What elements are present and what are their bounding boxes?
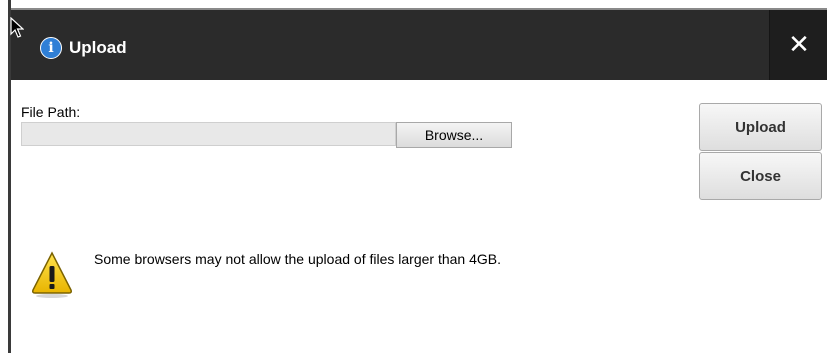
browse-button[interactable]: Browse... xyxy=(396,122,512,148)
dialog-close-button[interactable]: ✕ xyxy=(769,10,827,80)
upload-size-warning: Some browsers may not allow the upload o… xyxy=(94,251,501,267)
upload-dialog: i Upload ✕ File Path: Browse... Upload C… xyxy=(0,0,827,353)
mouse-pointer-icon xyxy=(10,17,24,38)
dialog-title-bar xyxy=(11,10,827,80)
close-icon: ✕ xyxy=(788,30,810,60)
dialog-title: Upload xyxy=(69,38,127,57)
info-icon: i xyxy=(40,37,62,59)
warning-icon xyxy=(32,251,72,298)
close-button[interactable]: Close xyxy=(699,152,822,200)
upload-button[interactable]: Upload xyxy=(699,103,822,151)
file-path-label: File Path: xyxy=(21,104,81,120)
file-path-input[interactable] xyxy=(21,122,396,146)
